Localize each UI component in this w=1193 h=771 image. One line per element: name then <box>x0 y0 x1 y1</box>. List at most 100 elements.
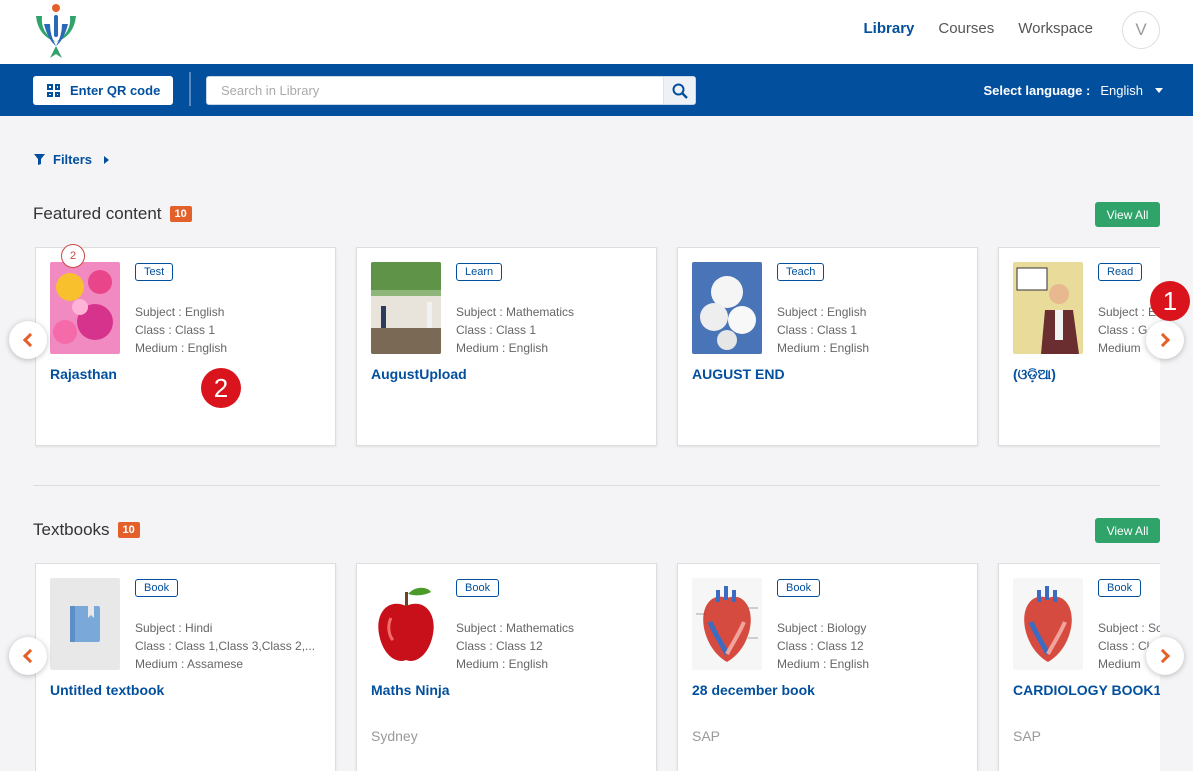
card-thumbnail <box>1013 262 1083 354</box>
card-thumbnail <box>50 578 120 670</box>
card-thumbnail <box>1013 578 1083 670</box>
card-subject: Subject : Mathematics <box>456 621 575 635</box>
card-title: (ଓଡ଼ିଆ) <box>1013 366 1056 382</box>
featured-carousel: Test Subject : English Class : Class 1 M… <box>35 247 1160 448</box>
card-subject: Subject : Hindi <box>135 621 213 635</box>
card-class: Class : Class 12 <box>456 639 543 653</box>
card-medium: Medium : Assamese <box>135 657 244 671</box>
card-title: AugustUpload <box>371 366 467 382</box>
card-meta: Subject : Mathematics Class : Class 12 M… <box>456 619 574 673</box>
qr-button-label: Enter QR code <box>70 83 161 98</box>
card-class: Class : Class 1,Class 3,Class 2,... <box>135 639 316 653</box>
main-nav: Library Courses Workspace <box>864 20 1093 37</box>
card-meta: Subject : English Class : Class 1 Medium… <box>777 303 869 357</box>
card-subject: Subject : Mathematics <box>456 305 575 319</box>
nav-library[interactable]: Library <box>864 20 915 37</box>
nav-courses[interactable]: Courses <box>938 20 994 37</box>
card-subject: Subject : English <box>135 305 225 319</box>
card-class: Class : Class 1 <box>135 323 216 337</box>
card-class: Class : Class 1 <box>456 323 537 337</box>
language-label: Select language : <box>983 83 1091 98</box>
textbook-card[interactable]: Book Subject : Biology Class : Class 12 … <box>677 563 978 771</box>
chevron-left-icon <box>22 332 38 348</box>
card-medium: Medium : English <box>777 341 870 355</box>
card-thumbnail <box>371 262 441 354</box>
card-meta: Subject : Biology Class : Class 12 Mediu… <box>777 619 869 673</box>
card-medium: Medium : English <box>456 341 549 355</box>
card-thumbnail <box>50 262 120 354</box>
content-type-tag: Book <box>135 579 179 597</box>
card-title: Rajasthan <box>50 366 117 382</box>
caret-down-icon <box>1155 88 1163 93</box>
content-type-tag: Teach <box>777 263 825 281</box>
chevron-right-icon <box>1155 332 1171 348</box>
search-button[interactable] <box>663 77 695 104</box>
search-bar-strip: Enter QR code Select language : English <box>0 64 1193 116</box>
card-thumbnail <box>371 578 441 670</box>
content-card[interactable]: Read Subject : E Class : G Medium (ଓଡ଼ିଆ… <box>998 247 1160 446</box>
content-type-tag: Book <box>456 579 500 597</box>
card-title: 28 december book <box>692 682 815 698</box>
card-organization: Sydney <box>371 728 418 744</box>
annotation-marker-1: 1 <box>1150 281 1190 321</box>
divider <box>189 72 191 106</box>
textbooks-view-all-button[interactable]: View All <box>1095 518 1160 543</box>
featured-prev-button[interactable] <box>9 321 47 359</box>
textbooks-count-badge: 10 <box>117 522 140 538</box>
featured-next-button[interactable] <box>1146 321 1184 359</box>
section-divider <box>33 485 1160 486</box>
card-title: Maths Ninja <box>371 682 450 698</box>
content-card[interactable]: Test Subject : English Class : Class 1 M… <box>35 247 336 446</box>
chevron-right-icon <box>1155 648 1171 664</box>
content-type-tag: Learn <box>456 263 503 281</box>
textbooks-carousel: Book Subject : Hindi Class : Class 1,Cla… <box>35 563 1160 771</box>
featured-count-badge: 10 <box>169 206 192 222</box>
textbooks-prev-button[interactable] <box>9 637 47 675</box>
content-type-tag: Book <box>1098 579 1142 597</box>
qr-code-icon <box>47 84 60 97</box>
content-card[interactable]: Teach Subject : English Class : Class 1 … <box>677 247 978 446</box>
card-title: Untitled textbook <box>50 682 165 698</box>
content-card[interactable]: Learn Subject : Mathematics Class : Clas… <box>356 247 657 446</box>
book-icon <box>70 606 100 642</box>
card-meta: Subject : Mathematics Class : Class 1 Me… <box>456 303 574 357</box>
card-thumbnail <box>692 262 762 354</box>
app-logo[interactable] <box>30 2 82 60</box>
card-subject: Subject : Sc <box>1098 621 1160 635</box>
card-title: CARDIOLOGY BOOK1 <box>1013 682 1160 698</box>
textbooks-section-title: Textbooks 10 <box>33 520 140 540</box>
annotation-mini-marker: 2 <box>61 244 85 268</box>
caret-right-icon <box>104 155 110 164</box>
card-class: Class : Class 12 <box>777 639 864 653</box>
card-medium: Medium : English <box>456 657 549 671</box>
content-type-tag: Read <box>1098 263 1143 281</box>
card-organization: SAP <box>692 728 721 744</box>
filters-label: Filters <box>53 152 93 167</box>
textbook-card[interactable]: Book Subject : Sc Class : Cl Medium CARD… <box>998 563 1160 771</box>
card-title: AUGUST END <box>692 366 785 382</box>
card-thumbnail <box>692 578 762 670</box>
card-class: Class : Class 1 <box>777 323 858 337</box>
filters-toggle[interactable]: Filters <box>34 152 110 167</box>
user-avatar[interactable]: V <box>1122 11 1160 49</box>
language-value: English <box>1100 83 1143 98</box>
card-meta: Subject : English Class : Class 1 Medium… <box>135 303 227 357</box>
card-meta: Subject : Hindi Class : Class 1,Class 3,… <box>135 619 315 673</box>
enter-qr-code-button[interactable]: Enter QR code <box>33 76 173 105</box>
content-type-tag: Test <box>135 263 174 281</box>
content-type-tag: Book <box>777 579 821 597</box>
search-box <box>206 76 696 105</box>
textbook-card[interactable]: Book Subject : Hindi Class : Class 1,Cla… <box>35 563 336 771</box>
textbooks-next-button[interactable] <box>1146 637 1184 675</box>
featured-view-all-button[interactable]: View All <box>1095 202 1160 227</box>
top-header: Library Courses Workspace V <box>0 0 1193 64</box>
chevron-left-icon <box>22 648 38 664</box>
card-subject: Subject : Biology <box>777 621 867 635</box>
card-subject: Subject : English <box>777 305 867 319</box>
textbook-card[interactable]: Book Subject : Mathematics Class : Class… <box>356 563 657 771</box>
nav-workspace[interactable]: Workspace <box>1018 20 1093 37</box>
card-organization: SAP <box>1013 728 1042 744</box>
language-selector[interactable]: Select language : English <box>983 83 1163 98</box>
search-input[interactable] <box>207 77 663 104</box>
card-medium: Medium : English <box>777 657 870 671</box>
